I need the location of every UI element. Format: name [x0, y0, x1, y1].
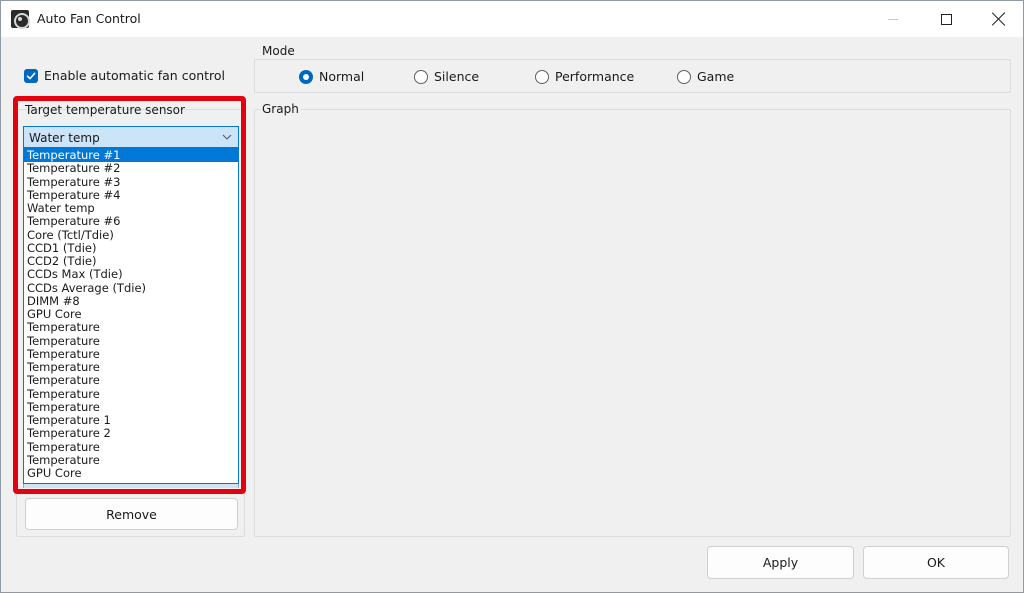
enable-auto-fan-label: Enable automatic fan control — [44, 68, 226, 83]
dropdown-option[interactable]: GPU Core — [24, 466, 238, 480]
dropdown-option[interactable]: Core (Tctl/Tdie) — [24, 228, 238, 242]
mode-radio-normal[interactable]: Normal — [299, 69, 364, 84]
dropdown-option[interactable]: CCDs Max (Tdie) — [24, 267, 238, 281]
close-icon — [992, 12, 1006, 26]
minimize-button[interactable] — [867, 1, 919, 37]
apply-button[interactable]: Apply — [707, 546, 854, 579]
mode-radio-label: Performance — [555, 69, 635, 84]
enable-auto-fan-checkbox-row[interactable]: Enable automatic fan control — [24, 68, 225, 83]
dropdown-option[interactable]: Temperature — [24, 387, 238, 401]
dropdown-option[interactable]: Temperature — [24, 453, 238, 467]
dropdown-option[interactable]: Temperature — [24, 334, 238, 348]
radio-unselected-icon[interactable] — [535, 69, 549, 84]
sensor-dropdown-list[interactable]: Temperature #1 Temperature #2 Temperature … — [23, 148, 239, 484]
dropdown-option[interactable]: Temperature 2 — [24, 426, 238, 440]
dropdown-option[interactable]: Temperature 1 — [24, 413, 238, 427]
maximize-icon — [940, 13, 952, 25]
mode-radio-label: Normal — [319, 69, 365, 84]
remove-button[interactable]: Remove — [25, 498, 238, 530]
close-button[interactable] — [973, 1, 1024, 37]
mode-radio-label: Game — [697, 69, 735, 84]
radio-unselected-icon[interactable] — [677, 69, 691, 84]
dropdown-option[interactable]: GPU Core — [24, 307, 238, 321]
radio-selected-icon[interactable] — [299, 69, 313, 84]
sensor-list-background — [23, 484, 239, 488]
checkmark-icon — [26, 72, 36, 79]
maximize-button[interactable] — [920, 1, 972, 37]
dropdown-option[interactable]: Temperature — [24, 347, 238, 361]
window-title: Auto Fan Control — [37, 11, 141, 26]
dropdown-option[interactable]: Temperature — [24, 373, 238, 387]
target-sensor-combobox[interactable]: Water temp — [23, 126, 239, 148]
mode-radio-game[interactable]: Game — [677, 69, 734, 84]
mode-radio-label: Silence — [434, 69, 480, 84]
dropdown-option[interactable]: DIMM #8 — [24, 294, 238, 308]
ok-button[interactable]: OK — [863, 546, 1009, 579]
dropdown-option[interactable]: Temperature #1 — [24, 149, 238, 163]
enable-auto-fan-checkbox[interactable] — [24, 68, 38, 83]
dropdown-option[interactable]: CCDs Average (Tdie) — [24, 281, 238, 295]
mode-radio-performance[interactable]: Performance — [535, 69, 634, 84]
dropdown-option[interactable]: Temperature #4 — [24, 188, 238, 202]
dropdown-option[interactable]: Temperature — [24, 440, 238, 454]
dropdown-option[interactable]: CCD2 (Tdie) — [24, 254, 238, 268]
dropdown-option[interactable]: Temperature #6 — [24, 214, 238, 228]
dropdown-option[interactable]: Temperature — [24, 360, 238, 374]
dropdown-option[interactable]: Temperature #2 — [24, 161, 238, 175]
graph-panel[interactable] — [254, 109, 1011, 537]
minimize-icon — [888, 18, 898, 20]
dropdown-option[interactable]: Temperature — [24, 400, 238, 414]
dropdown-option[interactable]: Water temp — [24, 201, 238, 215]
dropdown-option[interactable]: Temperature — [24, 320, 238, 334]
chevron-down-icon — [222, 134, 232, 140]
target-sensor-label: Target temperature sensor — [25, 103, 185, 117]
mode-radio-silence[interactable]: Silence — [414, 69, 479, 84]
dropdown-option[interactable]: Temperature #3 — [24, 175, 238, 189]
radio-unselected-icon[interactable] — [414, 69, 428, 84]
fan-app-icon — [11, 10, 30, 29]
auto-fan-control-window: Auto Fan Control Enable automatic fan co… — [0, 0, 1024, 593]
combobox-value: Water temp — [29, 131, 100, 145]
mode-group-title: Mode — [260, 44, 297, 58]
graph-group-title: Graph — [260, 102, 301, 116]
title-bar[interactable]: Auto Fan Control — [1, 1, 1023, 37]
dropdown-option[interactable]: CCD1 (Tdie) — [24, 241, 238, 255]
